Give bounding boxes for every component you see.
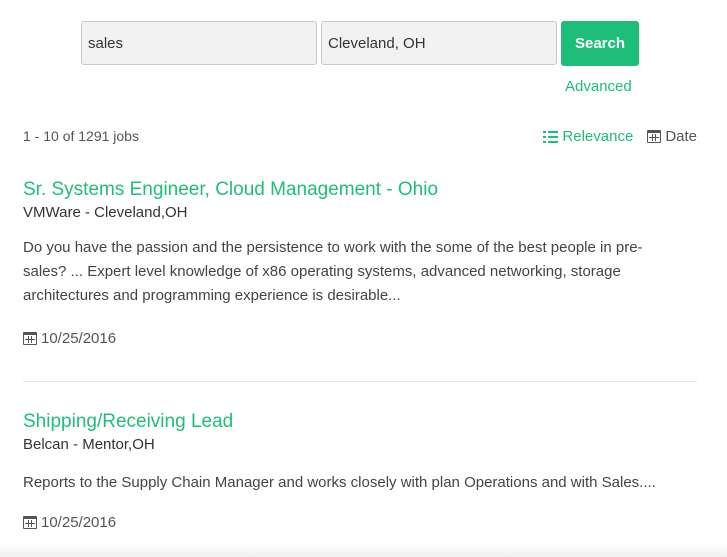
search-button[interactable]: Search (561, 21, 639, 66)
job-title-link[interactable]: Sr. Systems Engineer, Cloud Management -… (23, 179, 693, 201)
bottom-fade (0, 543, 727, 557)
sort-date-label: Date (665, 128, 697, 145)
job-listing: Shipping/Receiving Lead Belcan - Mentor,… (23, 411, 693, 495)
calendar-icon (23, 332, 37, 345)
sort-relevance-label: Relevance (562, 128, 634, 145)
job-company-location: Belcan - Mentor,OH (23, 436, 155, 453)
sort-options: Relevance Date (543, 128, 697, 145)
sort-relevance-link[interactable]: Relevance (543, 128, 633, 145)
advanced-search-link[interactable]: Advanced (565, 78, 632, 95)
divider (23, 381, 697, 382)
list-icon (543, 130, 559, 143)
location-input[interactable] (321, 21, 557, 65)
sort-date-link[interactable]: Date (647, 128, 697, 145)
job-listing: Sr. Systems Engineer, Cloud Management -… (23, 179, 693, 308)
keyword-input[interactable] (81, 21, 317, 65)
results-count: 1 - 10 of 1291 jobs (23, 128, 139, 144)
job-title-link[interactable]: Shipping/Receiving Lead (23, 411, 693, 433)
job-date-text: 10/25/2016 (41, 330, 117, 347)
job-date: 10/25/2016 (23, 330, 116, 347)
job-company-location: VMWare - Cleveland,OH (23, 204, 188, 221)
job-date-text: 10/25/2016 (41, 514, 117, 531)
job-description: Reports to the Supply Chain Manager and … (23, 474, 656, 491)
job-date: 10/25/2016 (23, 514, 116, 531)
calendar-icon (23, 516, 37, 529)
calendar-icon (647, 130, 662, 143)
job-description: Do you have the passion and the persiste… (23, 239, 643, 304)
